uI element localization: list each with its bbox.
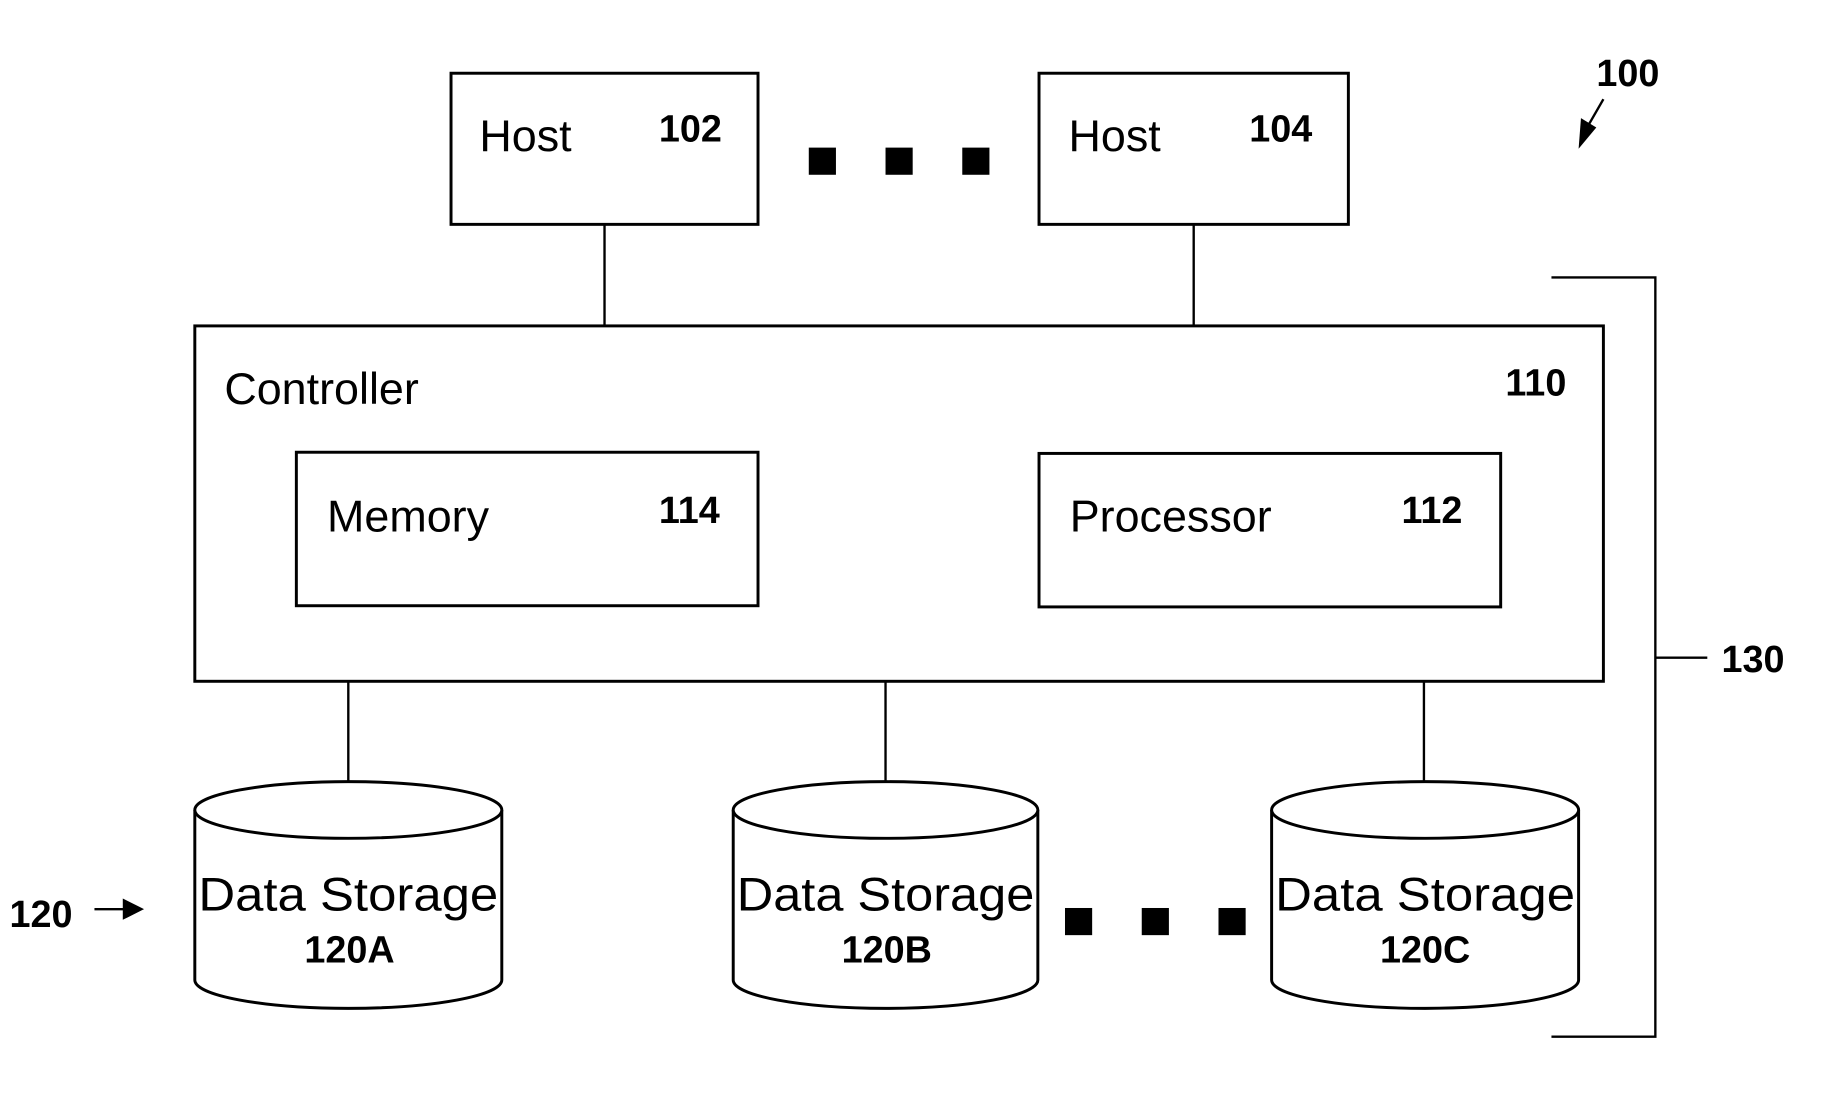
storage-group-ref: 120 bbox=[9, 894, 72, 936]
host-box-104: Host 104 bbox=[1037, 71, 1350, 226]
memory-box: Memory 114 bbox=[294, 450, 760, 608]
storage-label: Data Storage bbox=[198, 868, 498, 921]
host-ref: 102 bbox=[659, 109, 722, 151]
host-box-102: Host 102 bbox=[449, 71, 760, 226]
memory-label: Memory bbox=[327, 490, 490, 541]
controller-ref: 110 bbox=[1505, 363, 1566, 405]
figure-ref-arrow bbox=[1578, 98, 1605, 149]
data-storage-120a: Data Storage 120A bbox=[193, 780, 504, 1010]
system-bracket-ref: 130 bbox=[1721, 639, 1784, 681]
data-storage-120c: Data Storage 120C bbox=[1270, 780, 1581, 1010]
storage-group-arrow bbox=[94, 898, 145, 920]
controller-label: Controller bbox=[224, 363, 419, 414]
processor-box: Processor 112 bbox=[1037, 451, 1503, 609]
host-label: Host bbox=[479, 110, 572, 161]
storage-label: Data Storage bbox=[737, 868, 1035, 921]
storage-ref: 120B bbox=[842, 929, 932, 971]
data-storage-120b: Data Storage 120B bbox=[731, 780, 1040, 1010]
storage-label: Data Storage bbox=[1275, 868, 1575, 921]
memory-ref: 114 bbox=[659, 490, 720, 532]
host-ref: 104 bbox=[1249, 109, 1312, 151]
storage-ref: 120A bbox=[304, 929, 394, 971]
processor-label: Processor bbox=[1070, 490, 1272, 541]
storage-ref: 120C bbox=[1380, 929, 1470, 971]
storage-system-diagram: 100 Host 102 Host 104 Controller 110 Mem… bbox=[9, 53, 1784, 1038]
figure-ref-label: 100 bbox=[1596, 53, 1659, 95]
host-ellipsis bbox=[808, 147, 990, 175]
processor-ref: 112 bbox=[1401, 490, 1462, 532]
storage-ellipsis bbox=[1064, 907, 1246, 936]
host-label: Host bbox=[1069, 110, 1162, 161]
